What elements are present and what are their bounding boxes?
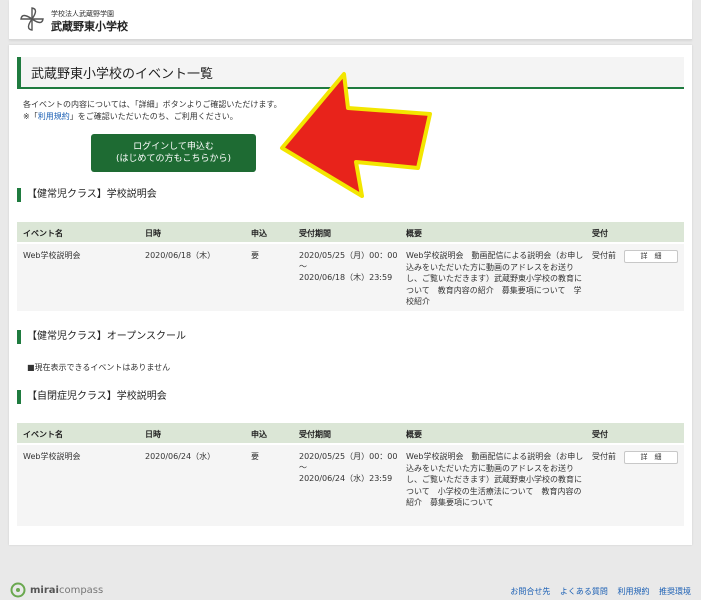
event-status: 受付前: [592, 452, 616, 461]
footer-link-env[interactable]: 推奨環境: [659, 587, 691, 596]
event-apply: 要: [251, 251, 259, 260]
col-date: 日時: [145, 229, 161, 238]
section-title: 【自閉症児クラス】学校説明会: [17, 390, 167, 404]
period-end: 2020/06/24（水）23:59: [299, 474, 393, 483]
terms-notice: ※「利用規約」をご確認いただいたのち、ご利用ください。: [23, 111, 238, 122]
miraicompass-logo-icon: [10, 582, 26, 598]
event-overview: Web学校説明会 動画配信による説明会（お申し込みをいただいた方に動画のアドレス…: [406, 251, 584, 306]
col-date: 日時: [145, 430, 161, 439]
section-title: 【健常児クラス】学校説明会: [17, 188, 157, 202]
footer-link-contact[interactable]: お問合せ先: [510, 587, 550, 596]
terms-link[interactable]: 利用規約: [38, 112, 70, 121]
footer-brand: miraicompass: [30, 585, 103, 596]
login-apply-button[interactable]: ログインして申込む (はじめての方もこちらから): [91, 134, 256, 172]
footer-links: お問合せ先 よくある質問 利用規約 推奨環境: [503, 586, 691, 597]
event-date: 2020/06/18（木）: [145, 251, 216, 260]
period-start: 2020/05/25（月）00：00: [299, 452, 398, 461]
event-overview: Web学校説明会 動画配信による説明会（お申し込みをいただいた方に動画のアドレス…: [406, 452, 584, 507]
table-row: Web学校説明会 2020/06/24（水） 要 2020/05/25（月）00…: [17, 445, 684, 526]
period-end: 2020/06/18（木）23:59: [299, 273, 393, 282]
section-title: 【健常児クラス】オープンスクール: [17, 330, 186, 344]
detail-button[interactable]: 詳 細: [624, 250, 678, 263]
col-apply: 申込: [251, 430, 267, 439]
period-separator: ～: [299, 463, 307, 472]
col-period: 受付期間: [299, 229, 331, 238]
detail-button[interactable]: 詳 細: [624, 451, 678, 464]
site-header: 学校法人武蔵野学園 武蔵野東小学校: [9, 0, 692, 40]
login-button-sublabel: (はじめての方もこちらから): [115, 154, 232, 164]
brand-bold: mirai: [30, 585, 59, 596]
school-name[interactable]: 武蔵野東小学校: [51, 18, 128, 34]
terms-prefix: ※「: [23, 112, 38, 121]
table-header: イベント名 日時 申込 受付期間 概要 受付: [17, 222, 684, 242]
col-overview: 概要: [406, 229, 422, 238]
page-title: 武蔵野東小学校のイベント一覧: [31, 67, 214, 82]
col-period: 受付期間: [299, 430, 331, 439]
col-status: 受付: [592, 229, 608, 238]
pinwheel-logo-icon[interactable]: [19, 6, 45, 32]
col-event-name: イベント名: [23, 430, 63, 439]
event-status: 受付前: [592, 251, 616, 260]
period-start: 2020/05/25（月）00：00: [299, 251, 398, 260]
table-row: Web学校説明会 2020/06/18（木） 要 2020/05/25（月）00…: [17, 244, 684, 311]
no-events-message: ■現在表示できるイベントはありません: [27, 363, 171, 372]
footer-link-terms[interactable]: 利用規約: [617, 587, 649, 596]
period-separator: ～: [299, 262, 307, 271]
footer-link-faq[interactable]: よくある質問: [560, 587, 608, 596]
red-arrow-icon: [280, 72, 432, 198]
col-status: 受付: [592, 430, 608, 439]
col-event-name: イベント名: [23, 229, 63, 238]
event-name: Web学校説明会: [23, 251, 81, 260]
event-date: 2020/06/24（水）: [145, 452, 216, 461]
brand-light: compass: [58, 585, 104, 596]
col-overview: 概要: [406, 430, 422, 439]
login-button-label: ログインして申込む: [133, 142, 214, 152]
col-apply: 申込: [251, 229, 267, 238]
event-apply: 要: [251, 452, 259, 461]
intro-text: 各イベントの内容については、「詳細」ボタンよりご確認いただけます。: [23, 100, 282, 109]
table-header: イベント名 日時 申込 受付期間 概要 受付: [17, 423, 684, 443]
event-name: Web学校説明会: [23, 452, 81, 461]
terms-suffix: 」をご確認いただいたのち、ご利用ください。: [69, 112, 238, 121]
